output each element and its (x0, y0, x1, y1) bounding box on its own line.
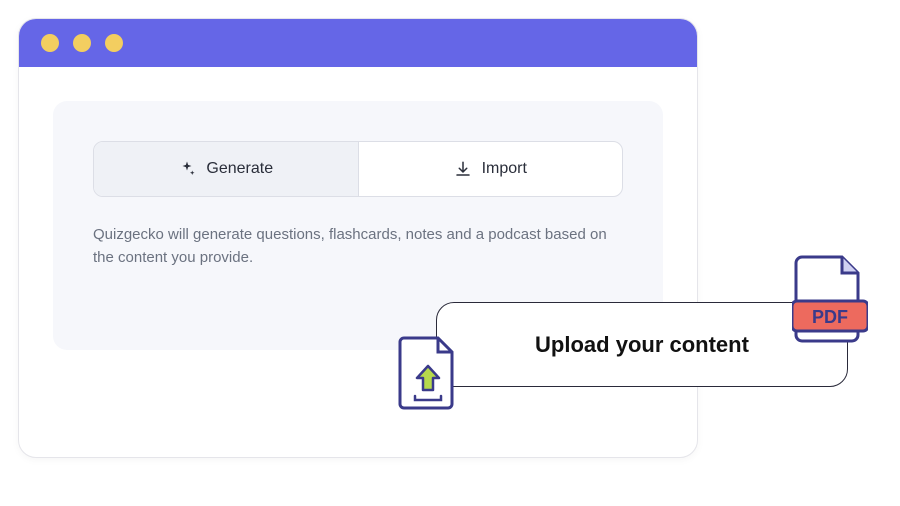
titlebar (19, 19, 697, 67)
tab-label: Import (482, 160, 527, 178)
window-dot (105, 34, 123, 52)
tab-import[interactable]: Import (358, 142, 623, 196)
sparkle-icon (178, 160, 196, 178)
tab-label: Generate (206, 160, 273, 178)
tooltip-label: Upload your content (535, 332, 749, 358)
tabs: Generate Import (93, 141, 623, 197)
tab-generate[interactable]: Generate (94, 142, 358, 196)
pdf-badge-label: PDF (812, 307, 848, 327)
app-window: Generate Import Quizgecko will generate … (18, 18, 698, 458)
download-icon (454, 160, 472, 178)
pdf-file-icon: PDF (792, 253, 868, 347)
upload-tooltip: Upload your content (436, 302, 848, 387)
description-text: Quizgecko will generate questions, flash… (93, 223, 613, 270)
window-dot (41, 34, 59, 52)
upload-file-icon (398, 334, 458, 412)
window-dot (73, 34, 91, 52)
